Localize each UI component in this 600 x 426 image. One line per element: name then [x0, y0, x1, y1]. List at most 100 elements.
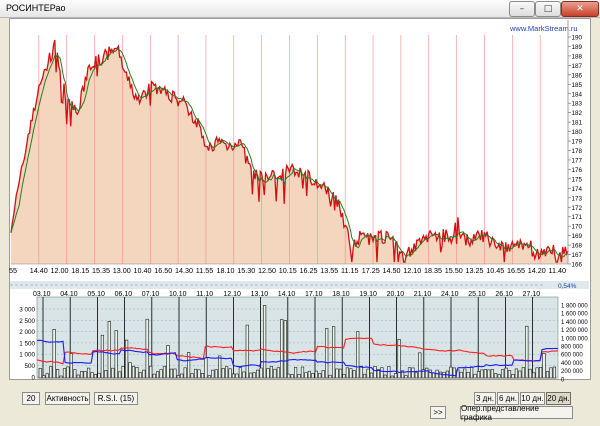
volume-x-tick-label: 24.10: [441, 291, 459, 298]
volume-x-tick-label: 13.10: [251, 291, 269, 298]
volume-bar: [297, 373, 301, 379]
volume-bar: [269, 366, 274, 379]
volume-x-tick-label: 14.10: [278, 291, 296, 298]
price-x-tick-label: 13.25: [466, 266, 484, 275]
volume-bar: [473, 373, 477, 379]
volume-bar: [500, 369, 505, 379]
price-y-tick-label: 180: [572, 129, 583, 136]
volume-bar: [38, 368, 42, 379]
volume-right-tick-label: 1 400 000: [561, 320, 588, 326]
volume-bar: [487, 369, 491, 379]
volume-bar: [83, 370, 87, 379]
price-y-tick-label: 178: [572, 148, 583, 155]
volume-bar: [518, 370, 522, 379]
price-y-tick-label: 169: [572, 233, 583, 240]
volume-bar: [542, 353, 546, 379]
view-mode-button[interactable]: Опер.представление графика: [460, 404, 573, 422]
price-y-tick-label: 168: [572, 243, 583, 250]
volume-bar: [345, 367, 350, 379]
volume-bar: [390, 375, 394, 379]
volume-bar: [438, 371, 443, 379]
price-y-tick-label: 190: [572, 35, 583, 42]
price-y-tick-label: 185: [572, 82, 583, 89]
volume-bar: [104, 370, 108, 379]
volume-bar: [404, 375, 408, 379]
volume-bar: [159, 369, 163, 379]
period-field[interactable]: 20: [22, 392, 40, 405]
volume-bar: [42, 375, 46, 379]
volume-bar: [494, 373, 498, 379]
price-y-tick-label: 183: [572, 101, 583, 108]
price-x-tick-label: 15.35: [92, 266, 110, 275]
price-x-tick-label: 13.55: [320, 266, 338, 275]
volume-bar: [293, 367, 298, 379]
price-y-tick-label: 187: [572, 63, 583, 70]
volume-right-tick-label: 1 000 000: [561, 336, 588, 342]
price-y-tick-label: 167: [572, 252, 583, 259]
volume-bar: [228, 368, 232, 379]
volume-x-tick-label: 11.10: [196, 291, 213, 298]
volume-bar: [466, 371, 470, 379]
volume-bar: [411, 367, 415, 379]
volume-bar: [342, 374, 346, 379]
volume-bar: [183, 367, 187, 379]
volume-bar: [97, 372, 101, 379]
volume-bar: [138, 372, 143, 379]
volume-bar: [407, 367, 412, 379]
price-y-tick-label: 177: [572, 157, 583, 164]
price-y-tick-label: 188: [572, 53, 583, 60]
volume-bar: [321, 370, 325, 379]
volume-bar: [431, 372, 436, 379]
volume-bar: [266, 368, 270, 379]
volume-right-tick-label: 1 600 000: [561, 312, 588, 318]
volume-bar: [93, 373, 98, 379]
volume-bar: [238, 367, 243, 379]
volume-x-tick-label: 26.10: [495, 291, 513, 298]
volume-bar: [45, 373, 49, 379]
price-x-tick-label: 14.50: [383, 266, 401, 275]
volume-bar: [121, 366, 125, 379]
volume-bar: [204, 357, 208, 379]
volume-bar: [107, 320, 111, 379]
volume-bar: [425, 367, 429, 379]
volume-bar: [218, 355, 222, 379]
price-x-tick-label: 12.00: [51, 266, 69, 275]
volume-bar: [87, 367, 91, 379]
volume-bar: [280, 319, 284, 379]
volume-bar: [131, 365, 136, 379]
volume-right-tick-label: 1 200 000: [561, 328, 588, 334]
percent-change-label: 0,54%: [558, 283, 577, 290]
rsi-button[interactable]: R.S.I. (15): [94, 392, 138, 405]
next-button[interactable]: >>: [430, 406, 446, 419]
volume-bar: [507, 370, 512, 379]
volume-bar: [52, 328, 56, 379]
volume-left-tick-label: 1 500: [19, 340, 35, 347]
volume-bar: [459, 371, 463, 379]
volume-bar: [300, 366, 305, 379]
volume-left-tick-label: 1 000: [19, 352, 35, 359]
volume-bar: [414, 372, 419, 379]
volume-bar: [362, 373, 367, 379]
price-x-tick-label: 14.20: [528, 266, 546, 275]
price-x-tick-label: 13.00: [113, 266, 131, 275]
volume-x-tick-label: 21.10: [414, 291, 432, 298]
volume-bar: [231, 373, 236, 379]
volume-bar: [152, 373, 156, 379]
volume-right-tick-label: 200 000: [561, 369, 583, 375]
price-x-tick-label: 10.40: [134, 266, 152, 275]
volume-bar: [394, 373, 398, 379]
volume-bar: [256, 369, 260, 379]
volume-bar: [118, 371, 122, 379]
activity-button[interactable]: Активность: [45, 392, 90, 405]
price-x-tick-label: 15.50: [445, 266, 463, 275]
volume-bar: [535, 367, 539, 379]
price-x-tick-label: 18.35: [424, 266, 442, 275]
volume-bar: [328, 374, 332, 379]
volume-bar: [211, 369, 215, 379]
volume-bar: [252, 372, 256, 379]
volume-bar: [497, 374, 501, 379]
volume-x-tick-label: 20.10: [387, 291, 405, 298]
volume-bar: [514, 368, 518, 379]
volume-bar: [59, 375, 63, 379]
volume-bar: [359, 365, 363, 379]
